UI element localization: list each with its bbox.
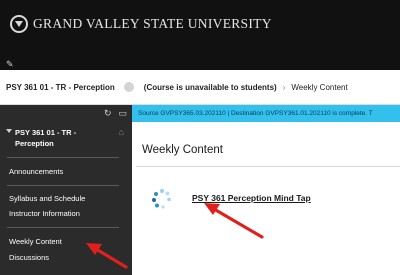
breadcrumb-course[interactable]: PSY 361 01 - TR - Perception [6,83,115,92]
breadcrumb-separator: › [282,82,286,92]
course-availability-icon[interactable] [123,82,134,92]
university-banner: GRAND VALLEY STATE UNIVERSITY ✎ [0,0,400,70]
course-availability-text: (Course is unavailable to students) [143,82,277,92]
pencil-icon[interactable]: ✎ [6,60,14,69]
menu-item-syllabus[interactable]: Syllabus and Schedule [9,194,85,203]
menu-item-weekly-content[interactable]: Weekly Content [9,237,62,246]
course-menu-title: PSY 361 01 - TR - Perception [15,128,77,148]
breadcrumb: PSY 361 01 - TR - Perception (Course is … [0,70,400,105]
breadcrumb-current-page: Weekly Content [291,82,348,92]
menu-divider [7,157,119,158]
folder-view-icon[interactable]: ▭ [118,109,127,118]
menu-item-instructor-info[interactable]: Instructor Information [9,209,80,218]
content-area: Weekly Content PSY 361 Perception Mind T… [132,122,400,275]
menu-item-discussions[interactable]: Discussions [9,253,49,262]
course-menu: ↻ ▭ PSY 361 01 - TR - Perception ⌂ Annou… [0,105,132,275]
menu-divider [7,185,119,186]
gvsu-logo-icon [10,15,28,33]
mindtap-link[interactable]: PSY 361 Perception Mind Tap [192,193,311,203]
page-title: Weekly Content [142,144,223,156]
home-icon[interactable]: ⌂ [119,127,124,137]
title-divider [136,166,400,167]
course-menu-tools: ↻ ▭ [0,105,132,122]
status-message: Source GVPSY365.03.202110 | Destination … [132,105,400,122]
mindtap-icon[interactable] [151,188,173,210]
menu-divider [7,227,119,228]
university-logo[interactable]: GRAND VALLEY STATE UNIVERSITY [10,15,272,33]
university-name: GRAND VALLEY STATE UNIVERSITY [33,16,272,31]
refresh-icon[interactable]: ↻ [104,109,112,118]
menu-item-announcements[interactable]: Announcements [9,167,63,176]
chevron-down-icon[interactable] [6,129,12,133]
